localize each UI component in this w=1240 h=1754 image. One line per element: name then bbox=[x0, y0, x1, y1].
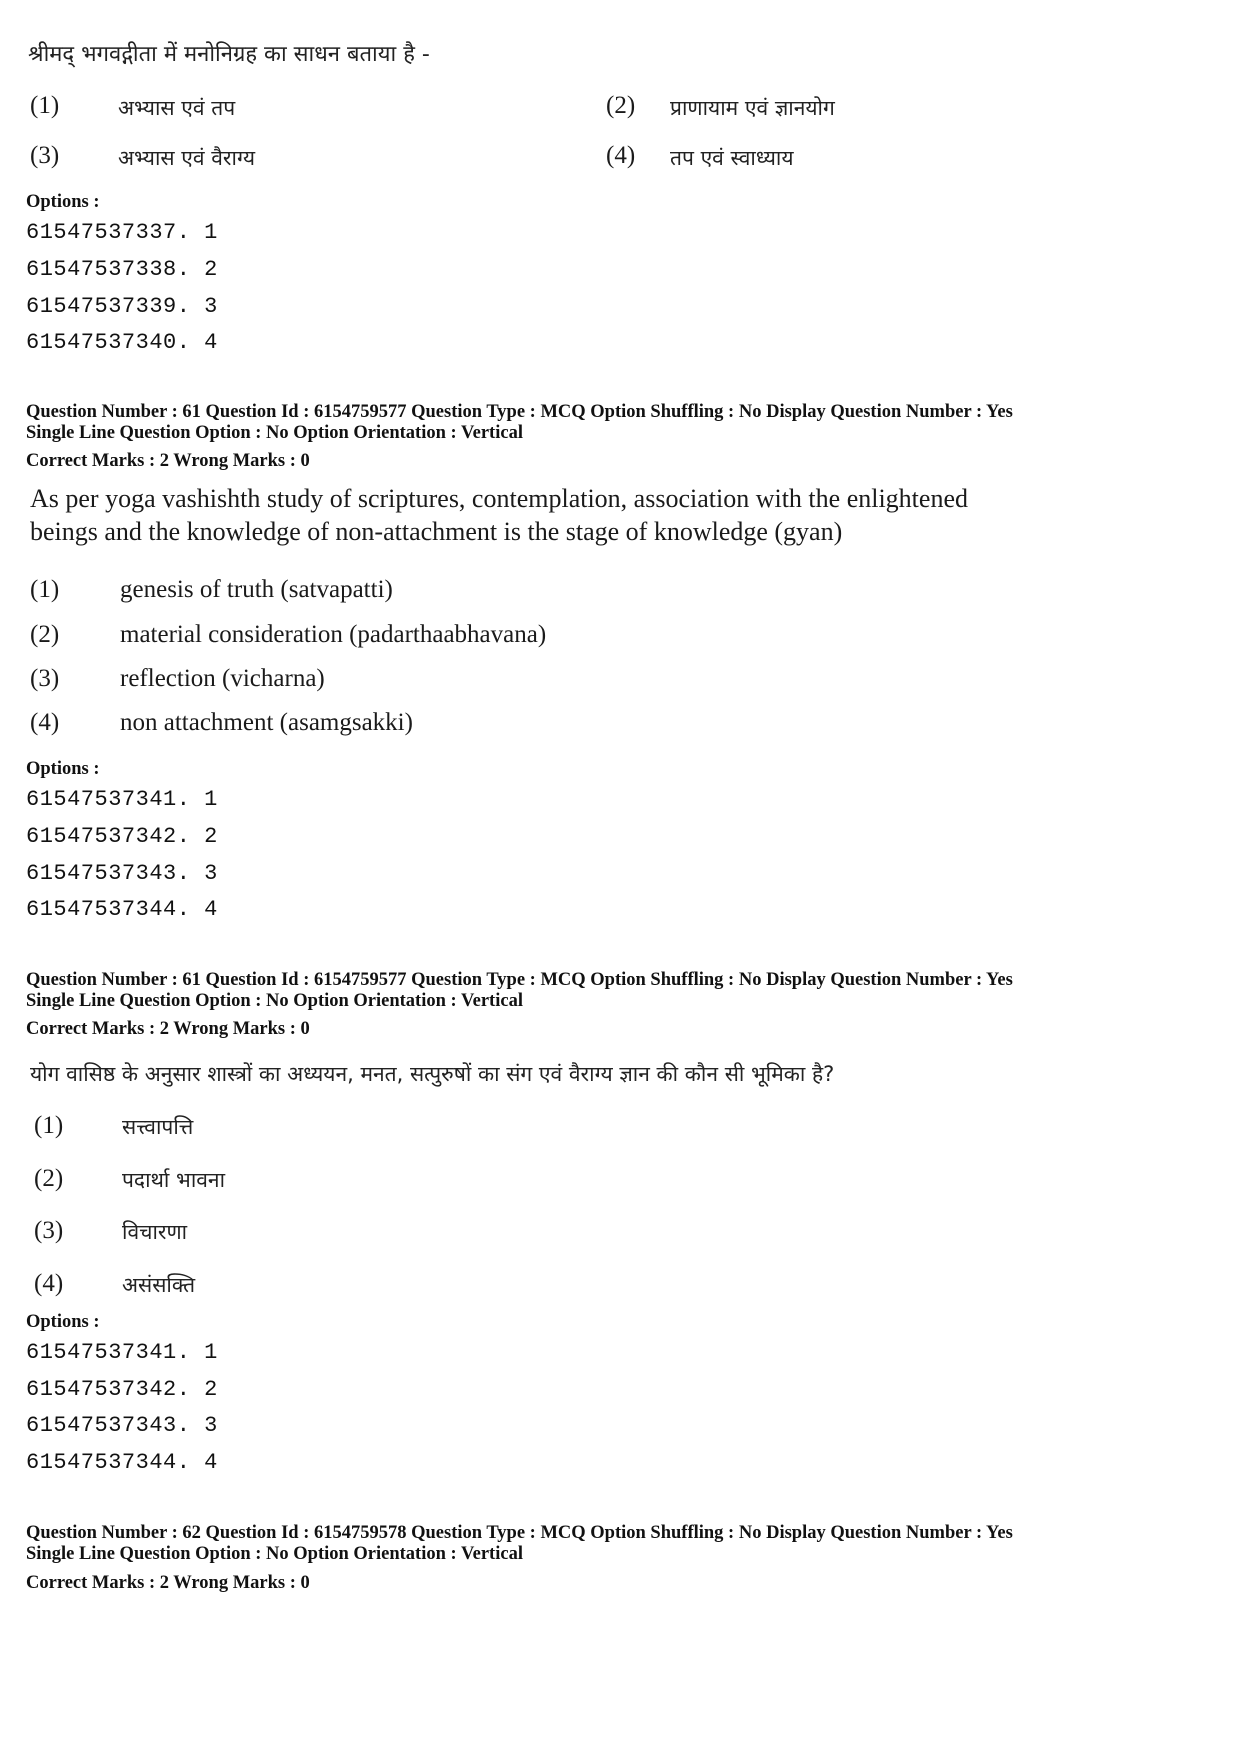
marks-line: Correct Marks : 2 Wrong Marks : 0 bbox=[26, 1019, 310, 1039]
option-number: (3) bbox=[30, 142, 60, 169]
option-id: 61547537342. 2 bbox=[26, 824, 218, 849]
option-id: 61547537341. 1 bbox=[26, 787, 218, 812]
option-id: 61547537338. 2 bbox=[26, 257, 218, 282]
question-text-english: beings and the knowledge of non-attachme… bbox=[30, 517, 843, 546]
option-text: प्राणायाम एवं ज्ञानयोग bbox=[670, 96, 835, 120]
question-meta-line: Question Number : 62 Question Id : 61547… bbox=[26, 1523, 1013, 1543]
options-label: Options : bbox=[26, 192, 100, 212]
option-id: 61547537342. 2 bbox=[26, 1377, 218, 1402]
option-text: अभ्यास एवं वैराग्य bbox=[118, 146, 256, 170]
question-meta-line: Question Number : 61 Question Id : 61547… bbox=[26, 402, 1013, 422]
question-text-hindi: योग वासिष्ठ के अनुसार शास्त्रों का अध्यय… bbox=[30, 1062, 835, 1086]
option-text: non attachment (asamgsakki) bbox=[120, 709, 413, 736]
option-text: पदार्था भावना bbox=[122, 1168, 226, 1192]
option-text: असंसक्ति bbox=[122, 1273, 196, 1297]
option-number: (1) bbox=[34, 1112, 64, 1139]
question-text-hindi: श्रीमद् भगवद्गीता में मनोनिग्रह का साधन … bbox=[28, 42, 430, 67]
option-id: 61547537343. 3 bbox=[26, 861, 218, 886]
option-number: (3) bbox=[30, 665, 60, 692]
option-text: तप एवं स्वाध्याय bbox=[670, 146, 794, 170]
options-label: Options : bbox=[26, 759, 100, 779]
option-id: 61547537344. 4 bbox=[26, 897, 218, 922]
options-label: Options : bbox=[26, 1312, 100, 1332]
question-meta-line: Single Line Question Option : No Option … bbox=[26, 1544, 523, 1564]
question-meta-line: Question Number : 61 Question Id : 61547… bbox=[26, 970, 1013, 990]
option-text: reflection (vicharna) bbox=[120, 665, 325, 692]
option-number: (1) bbox=[30, 576, 60, 603]
option-number: (4) bbox=[30, 709, 60, 736]
question-meta-line: Single Line Question Option : No Option … bbox=[26, 423, 523, 443]
question-text-english: As per yoga vashishth study of scripture… bbox=[30, 484, 968, 513]
question-meta-line: Single Line Question Option : No Option … bbox=[26, 991, 523, 1011]
option-id: 61547537344. 4 bbox=[26, 1450, 218, 1475]
option-number: (4) bbox=[606, 142, 636, 169]
option-number: (4) bbox=[34, 1270, 64, 1297]
option-number: (3) bbox=[34, 1217, 64, 1244]
option-text: सत्त्वापत्ति bbox=[122, 1115, 194, 1139]
marks-line: Correct Marks : 2 Wrong Marks : 0 bbox=[26, 451, 310, 471]
option-text: material consideration (padarthaabhavana… bbox=[120, 621, 547, 648]
option-number: (1) bbox=[30, 92, 60, 119]
option-text: विचारणा bbox=[122, 1220, 188, 1244]
option-id: 61547537339. 3 bbox=[26, 294, 218, 319]
option-text: genesis of truth (satvapatti) bbox=[120, 576, 393, 603]
option-id: 61547537337. 1 bbox=[26, 220, 218, 245]
option-number: (2) bbox=[606, 92, 636, 119]
option-text: अभ्यास एवं तप bbox=[118, 96, 236, 120]
option-id: 61547537340. 4 bbox=[26, 330, 218, 355]
option-id: 61547537341. 1 bbox=[26, 1340, 218, 1365]
option-number: (2) bbox=[34, 1165, 64, 1192]
option-number: (2) bbox=[30, 621, 60, 648]
option-id: 61547537343. 3 bbox=[26, 1413, 218, 1438]
marks-line: Correct Marks : 2 Wrong Marks : 0 bbox=[26, 1573, 310, 1593]
